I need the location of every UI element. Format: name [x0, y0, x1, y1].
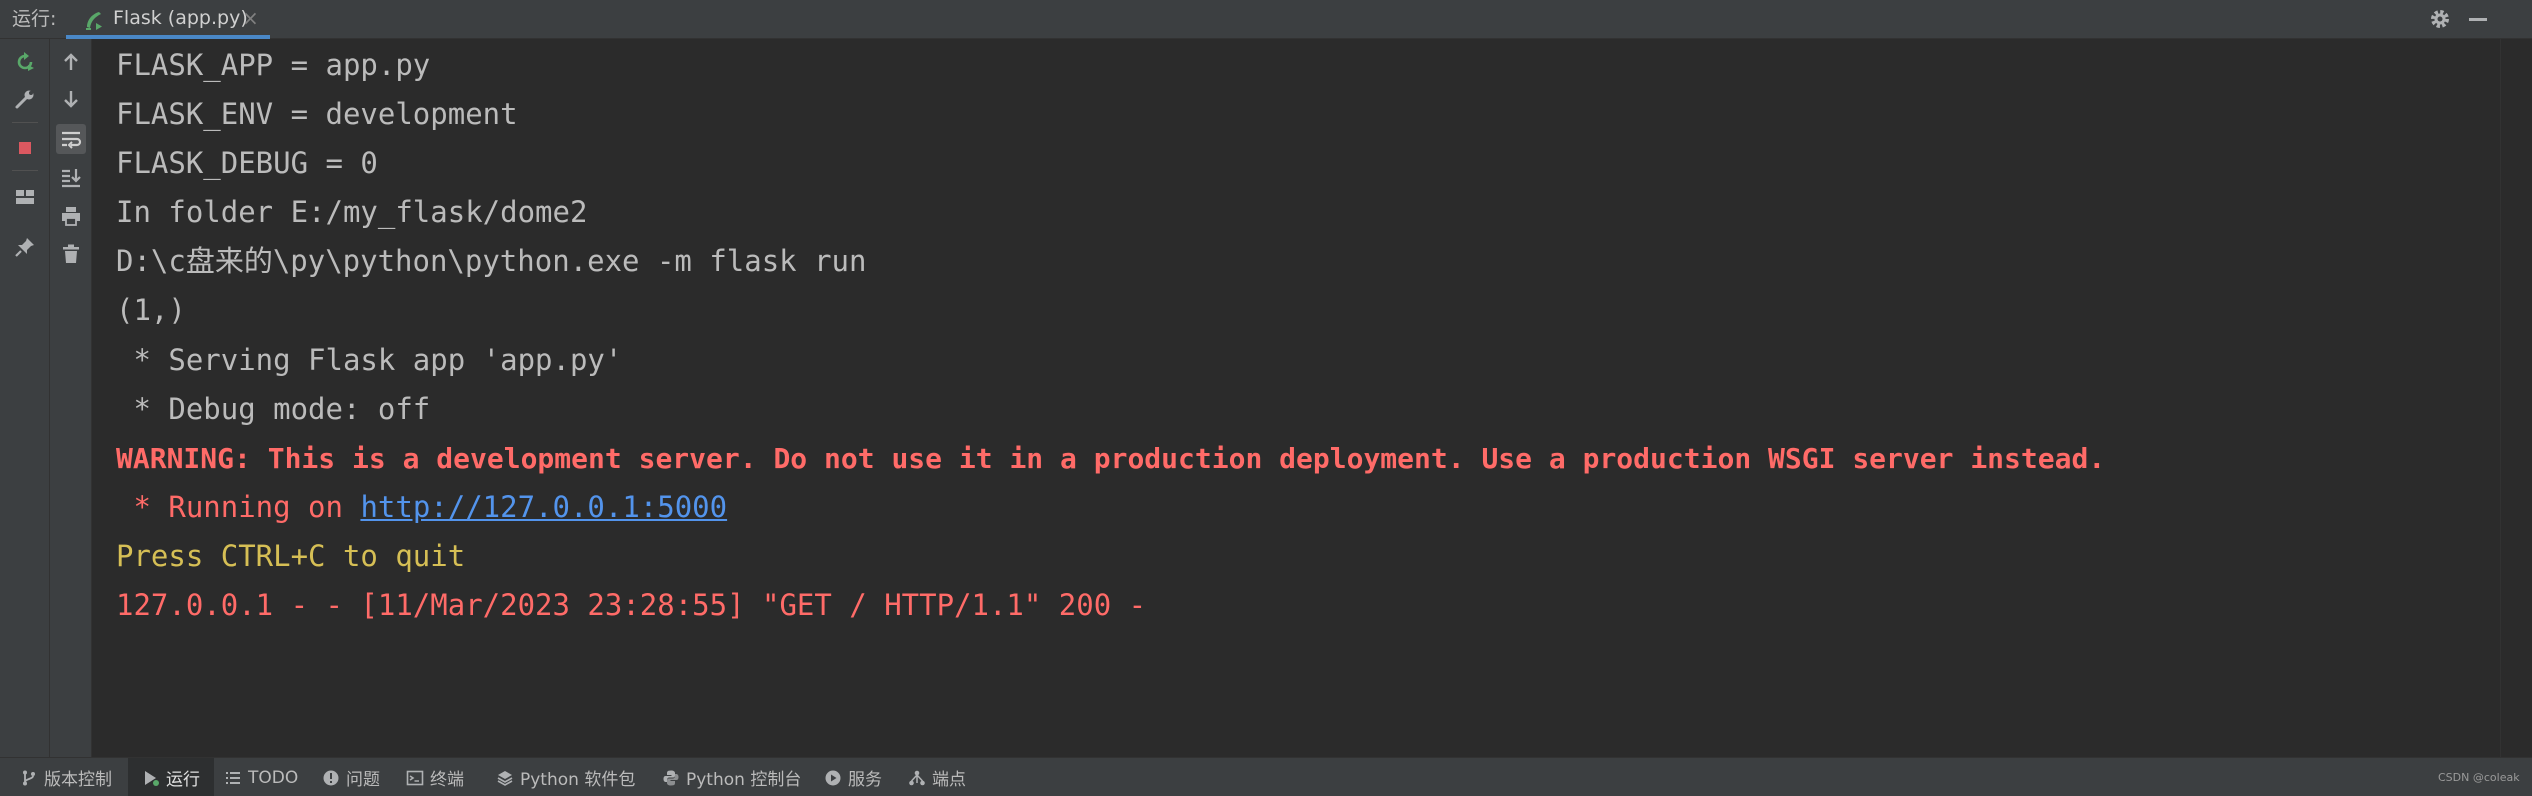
tool-label: 端点	[932, 770, 966, 790]
close-icon[interactable]: ×	[242, 0, 259, 37]
wrench-icon	[15, 90, 34, 109]
rerun-icon	[17, 52, 34, 71]
tool-problems[interactable]: 问题	[322, 758, 380, 796]
edit-configuration-button[interactable]	[10, 84, 40, 114]
tool-label: 版本控制	[44, 770, 112, 790]
tool-run[interactable]: 运行	[128, 758, 214, 796]
console-line: Press CTRL+C to quit	[116, 539, 466, 573]
terminal-icon	[406, 770, 424, 785]
arrow-up-icon	[64, 53, 78, 70]
run-label: 运行:	[12, 8, 57, 30]
toolbar-separator	[12, 170, 38, 171]
console-request-line: 127.0.0.1 - - [11/Mar/2023 23:28:55] "GE…	[116, 588, 1147, 622]
watermark: CSDN @coleak	[2438, 771, 2520, 784]
console-line: D:\c盘来的\py\python\python.exe -m flask ru…	[116, 244, 867, 278]
console-line: FLASK_DEBUG = 0	[116, 146, 378, 180]
layout-icon	[16, 190, 34, 204]
play-circle-icon	[825, 770, 841, 785]
layout-button[interactable]	[10, 182, 40, 212]
tab-flask-app[interactable]: Flask (app.py) ×	[66, 0, 270, 39]
tool-label: Python 控制台	[686, 770, 802, 790]
list-icon	[226, 771, 240, 784]
tool-python-packages[interactable]: Python 软件包	[496, 758, 635, 796]
tool-window-bar: 版本控制 运行 TODO 问题 终端 Python 软件包 Python 控制台…	[0, 757, 2532, 796]
console-line: * Debug mode: off	[116, 392, 431, 426]
soft-wrap-icon	[62, 131, 82, 149]
flask-run-icon	[86, 12, 102, 30]
tool-label: 服务	[848, 770, 882, 790]
tool-label: Python 软件包	[520, 770, 636, 790]
gear-icon[interactable]	[2428, 7, 2452, 31]
pin-icon	[15, 238, 34, 257]
stop-button[interactable]	[10, 133, 40, 163]
trash-icon	[63, 244, 79, 263]
minimize-icon[interactable]	[2469, 18, 2487, 21]
tab-label: Flask (app.py)	[113, 7, 248, 29]
console-line: FLASK_APP = app.py	[116, 48, 431, 82]
console-line: (1,)	[116, 293, 186, 327]
layers-icon	[497, 770, 513, 786]
tool-todo[interactable]: TODO	[224, 758, 298, 796]
print-button[interactable]	[56, 201, 86, 231]
tool-python-console[interactable]: Python 控制台	[662, 758, 801, 796]
console-output[interactable]: FLASK_APP = app.py FLASK_ENV = developme…	[92, 39, 2500, 757]
console-actions-toolbar	[50, 39, 92, 757]
tool-services[interactable]: 服务	[824, 758, 882, 796]
endpoints-icon	[909, 770, 925, 785]
python-icon	[663, 770, 679, 785]
arrow-down-icon	[64, 91, 78, 108]
server-url-link[interactable]: http://127.0.0.1:5000	[360, 490, 727, 524]
scroll-to-end-button[interactable]	[56, 162, 86, 192]
console-line: * Serving Flask app 'app.py'	[116, 343, 623, 377]
toolbar-separator	[12, 122, 38, 123]
rerun-button[interactable]	[10, 47, 40, 77]
stop-icon	[19, 142, 31, 154]
scroll-down-button[interactable]	[56, 84, 86, 114]
tool-label: 终端	[430, 770, 464, 790]
console-running-line: * Running on http://127.0.0.1:5000	[116, 483, 727, 532]
console-line: FLASK_ENV = development	[116, 97, 518, 131]
branch-icon	[23, 770, 35, 785]
tool-label: 运行	[166, 770, 200, 790]
info-icon	[323, 770, 339, 785]
soft-wrap-button[interactable]	[56, 124, 86, 154]
tool-label: 问题	[346, 770, 380, 790]
scroll-to-end-icon	[62, 169, 81, 188]
tool-version-control[interactable]: 版本控制	[20, 758, 112, 796]
tool-label: TODO	[248, 767, 299, 788]
clear-all-button[interactable]	[56, 239, 86, 269]
running-prefix: * Running on	[116, 490, 361, 524]
console-warning-line: WARNING: This is a development server. D…	[116, 442, 2106, 475]
scroll-up-button[interactable]	[56, 47, 86, 77]
run-tool-window-header: 运行: Flask (app.py) ×	[0, 0, 2532, 39]
run-actions-toolbar	[0, 39, 50, 757]
scrollbar-track[interactable]	[2500, 39, 2532, 757]
console-line: In folder E:/my_flask/dome2	[116, 195, 588, 229]
pin-tab-button[interactable]	[10, 232, 40, 262]
tool-endpoints[interactable]: 端点	[908, 758, 966, 796]
tool-terminal[interactable]: 终端	[406, 758, 464, 796]
print-icon	[62, 207, 80, 226]
run-icon	[145, 770, 159, 786]
